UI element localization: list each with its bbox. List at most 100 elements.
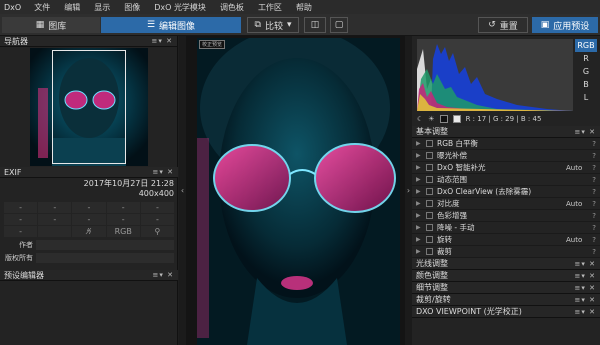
expand-triangle-icon[interactable]: ▶ xyxy=(416,164,426,171)
adjustment-status: Auto xyxy=(566,199,583,208)
menu-file[interactable]: 文件 xyxy=(27,2,57,13)
adjustment-row[interactable]: ▶ 色彩增强? xyxy=(412,210,600,222)
palette-section-header[interactable]: DXO VIEWPOINT (光学校正) ≡▾ ✕ xyxy=(412,306,600,318)
panel-menu-icon[interactable]: ≡▾ ✕ xyxy=(152,37,173,45)
help-icon[interactable]: ? xyxy=(588,212,596,220)
enable-checkbox[interactable] xyxy=(426,176,433,183)
panel-menu-icon[interactable]: ≡▾ ✕ xyxy=(575,284,596,292)
hist-tab-g[interactable]: G xyxy=(575,65,597,78)
help-icon[interactable]: ? xyxy=(588,200,596,208)
enable-checkbox[interactable] xyxy=(426,140,433,147)
hist-tab-rgb[interactable]: RGB xyxy=(575,39,597,52)
main-photo[interactable]: 校正预览 xyxy=(197,38,400,345)
preset-editor-header[interactable]: 预设编辑器 ≡▾ ✕ xyxy=(0,270,178,281)
history-icon: ↺ xyxy=(488,19,496,30)
expand-triangle-icon[interactable]: ▶ xyxy=(416,188,426,195)
expand-triangle-icon[interactable]: ▶ xyxy=(416,140,426,147)
panel-menu-icon[interactable]: ≡▾ ✕ xyxy=(153,168,174,176)
expand-triangle-icon[interactable]: ▶ xyxy=(416,224,426,231)
panel-menu-icon[interactable]: ≡▾ ✕ xyxy=(575,260,596,268)
expand-triangle-icon[interactable]: ▶ xyxy=(416,248,426,255)
menu-help[interactable]: 帮助 xyxy=(289,2,319,13)
enable-checkbox[interactable] xyxy=(426,152,433,159)
copyright-field[interactable] xyxy=(36,253,174,263)
navigator-viewport-frame[interactable] xyxy=(52,50,126,164)
enable-checkbox[interactable] xyxy=(426,188,433,195)
hist-tab-r[interactable]: R xyxy=(575,52,597,65)
basic-adjustments-header[interactable]: 基本调整 ≡▾ ✕ xyxy=(412,126,600,138)
panel-menu-icon[interactable]: ≡▾ ✕ xyxy=(575,308,596,316)
expand-triangle-icon[interactable]: ▶ xyxy=(416,200,426,207)
white-point-swatch[interactable] xyxy=(452,114,461,123)
reset-button[interactable]: ↺ 重置 xyxy=(478,17,528,33)
histogram-graph xyxy=(417,39,573,111)
section-title: 光线调整 xyxy=(416,259,448,268)
menu-palette[interactable]: 调色板 xyxy=(213,2,251,13)
exif-cell: - xyxy=(106,214,140,225)
image-viewer[interactable]: 校正预览 xyxy=(186,36,410,345)
adjustment-row[interactable]: ▶ 对比度 Auto? xyxy=(412,198,600,210)
enable-checkbox[interactable] xyxy=(426,164,433,171)
expand-triangle-icon[interactable]: ▶ xyxy=(416,176,426,183)
adjustment-row[interactable]: ▶ DxO ClearView (去除雾霾)? xyxy=(412,186,600,198)
palette-section-header[interactable]: 光线调整 ≡▾ ✕ xyxy=(412,258,600,270)
apply-preset-button[interactable]: ▣ 应用预设 xyxy=(532,17,598,33)
enable-checkbox[interactable] xyxy=(426,248,433,255)
menu-image[interactable]: 图像 xyxy=(117,2,147,13)
enable-checkbox[interactable] xyxy=(426,200,433,207)
hist-tab-l[interactable]: L xyxy=(575,91,597,104)
help-icon[interactable]: ? xyxy=(588,224,596,232)
palette-section-header[interactable]: 裁剪/旋转 ≡▾ ✕ xyxy=(412,294,600,306)
highlight-clipping-icon[interactable]: ☀ xyxy=(428,115,434,123)
help-icon[interactable]: ? xyxy=(588,164,596,172)
section-title: 细节调整 xyxy=(416,283,448,292)
author-field[interactable] xyxy=(36,240,174,250)
help-icon[interactable]: ? xyxy=(588,152,596,160)
expand-triangle-icon[interactable]: ▶ xyxy=(416,212,426,219)
enable-checkbox[interactable] xyxy=(426,224,433,231)
preset-editor-title: 预设编辑器 xyxy=(4,270,44,280)
navigator-thumbnail[interactable] xyxy=(30,48,148,166)
adjustment-row[interactable]: ▶ 裁剪? xyxy=(412,246,600,258)
tab-edit-image[interactable]: ☰ 编辑图像 xyxy=(101,17,241,33)
menu-workspace[interactable]: 工作区 xyxy=(251,2,289,13)
panel-menu-icon[interactable]: ≡▾ ✕ xyxy=(575,128,596,136)
menu-edit[interactable]: 编辑 xyxy=(57,2,87,13)
menu-optics[interactable]: DxO 光学模块 xyxy=(147,2,213,13)
help-icon[interactable]: ? xyxy=(588,236,596,244)
help-icon[interactable]: ? xyxy=(588,140,596,148)
expand-triangle-icon[interactable]: ▶ xyxy=(416,152,426,159)
black-point-swatch[interactable] xyxy=(439,114,448,123)
panel-menu-icon[interactable]: ≡▾ ✕ xyxy=(575,296,596,304)
fit-frame-button[interactable]: ▢ xyxy=(330,17,348,33)
panel-menu-icon[interactable]: ≡▾ ✕ xyxy=(153,271,174,279)
hist-tab-b[interactable]: B xyxy=(575,78,597,91)
enable-checkbox[interactable] xyxy=(426,236,433,243)
exif-cell: - xyxy=(38,214,72,225)
adjustment-row[interactable]: ▶ 旋转 Auto? xyxy=(412,234,600,246)
basic-adjustments-panel: 基本调整 ≡▾ ✕ ▶ RGB 白平衡? ▶ 曝光补偿? ▶ DxO 智能补光 Auto? ▶… xyxy=(412,126,600,318)
expand-triangle-icon[interactable]: ▶ xyxy=(416,236,426,243)
tab-library[interactable]: ▦ 图库 xyxy=(2,17,100,33)
adjustment-row[interactable]: ▶ 降噪 - 手动? xyxy=(412,222,600,234)
help-icon[interactable]: ? xyxy=(588,248,596,256)
help-icon[interactable]: ? xyxy=(588,176,596,184)
adjustment-row[interactable]: ▶ 动态范围? xyxy=(412,174,600,186)
adjustment-row[interactable]: ▶ 曝光补偿? xyxy=(412,150,600,162)
adjustment-row[interactable]: ▶ DxO 智能补光 Auto? xyxy=(412,162,600,174)
collapse-right-panel-handle[interactable]: › xyxy=(405,36,412,345)
split-view-button[interactable]: ◫ xyxy=(304,17,326,33)
panel-menu-icon[interactable]: ≡▾ ✕ xyxy=(575,272,596,280)
adjustment-row[interactable]: ▶ RGB 白平衡? xyxy=(412,138,600,150)
help-icon[interactable]: ? xyxy=(588,188,596,196)
compare-button[interactable]: ⧉ 比较 ▾ xyxy=(247,17,299,33)
palette-section-header[interactable]: 颜色调整 ≡▾ ✕ xyxy=(412,270,600,282)
enable-checkbox[interactable] xyxy=(426,212,433,219)
exif-cell: - xyxy=(38,202,72,213)
apply-preset-label: 应用预设 xyxy=(553,21,590,32)
menu-display[interactable]: 显示 xyxy=(87,2,117,13)
collapse-left-panel-handle[interactable]: ‹ xyxy=(179,36,186,345)
shadow-clipping-icon[interactable]: ☾ xyxy=(417,115,423,123)
author-row: 作者 xyxy=(4,239,174,251)
palette-section-header[interactable]: 细节调整 ≡▾ ✕ xyxy=(412,282,600,294)
